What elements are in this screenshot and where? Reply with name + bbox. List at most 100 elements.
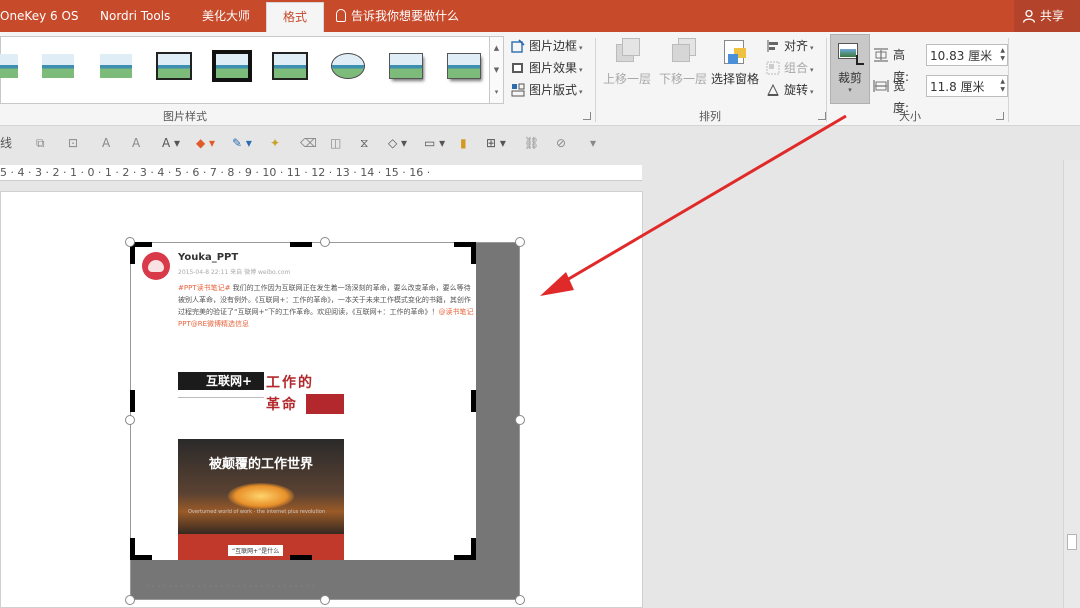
line-color-icon[interactable]: ✎ ▾ xyxy=(232,135,252,151)
paste-icon[interactable]: ⊡ xyxy=(68,135,78,151)
resize-handle-bottom[interactable] xyxy=(320,595,330,605)
width-spinner[interactable]: ▲ ▼ xyxy=(1000,78,1005,94)
height-input[interactable]: 10.83 厘米 ▲ ▼ xyxy=(926,44,1008,66)
send-backward-label: 下移一层 xyxy=(658,72,707,86)
picture-styles-launcher-icon[interactable] xyxy=(583,112,591,120)
font-color-icon[interactable]: A ▾ xyxy=(162,135,180,151)
picture-layout-icon xyxy=(511,83,525,97)
share-label: 共享 xyxy=(1040,9,1065,23)
resize-handle-bottom-right[interactable] xyxy=(515,595,525,605)
font-shrink-icon[interactable]: A xyxy=(132,135,140,151)
rotate-button[interactable]: 旋转 ▾ xyxy=(766,80,814,100)
resize-handle-right[interactable] xyxy=(515,415,525,425)
fill-color-icon[interactable]: ◆ ▾ xyxy=(196,135,215,151)
style-thumb-4[interactable] xyxy=(155,51,193,83)
bring-forward-label: 上移一层 xyxy=(602,72,651,86)
height-spinner[interactable]: ▲ ▼ xyxy=(1000,47,1005,63)
tell-me-search[interactable]: 告诉我你想要做什么 xyxy=(336,0,459,32)
group-separator xyxy=(595,38,596,122)
size-launcher-icon[interactable] xyxy=(996,112,1004,120)
picture-effects-button[interactable]: 图片效果 ▾ xyxy=(511,58,583,78)
resize-handle-top-left[interactable] xyxy=(125,237,135,247)
tab-onekey[interactable]: OneKey 6 OS xyxy=(0,0,79,32)
picture-styles-gallery xyxy=(0,36,490,104)
group-label: 组合 xyxy=(784,61,809,75)
font-grow-icon[interactable]: A xyxy=(102,135,110,151)
style-thumb-7[interactable] xyxy=(329,51,367,83)
arrange-icon[interactable]: ⊞ ▾ xyxy=(486,135,506,151)
picture-layout-button[interactable]: 图片版式 ▾ xyxy=(511,80,583,100)
style-thumb-9[interactable] xyxy=(445,51,483,83)
style-thumb-8[interactable] xyxy=(387,51,425,83)
animation-icon[interactable]: ⧖ xyxy=(360,135,368,151)
align-icon xyxy=(767,40,778,52)
picture-effects-icon xyxy=(512,63,523,73)
bring-forward-button[interactable]: 上移一层 xyxy=(600,38,654,86)
share-button[interactable]: 共享 xyxy=(1014,0,1080,32)
crop-handle-top-right[interactable] xyxy=(471,242,476,264)
selection-pane-icon xyxy=(720,38,750,68)
picture-border-icon xyxy=(511,39,525,53)
style-thumb-1[interactable] xyxy=(0,51,21,83)
height-value: 10.83 厘米 xyxy=(930,49,993,63)
copy-icon[interactable]: ⧉ xyxy=(36,135,45,151)
user-icon xyxy=(1022,9,1036,23)
format-painter-icon[interactable]: ✦ xyxy=(270,135,280,151)
picture-border-button[interactable]: 图片边框 ▾ xyxy=(511,36,583,56)
align-label: 对齐 xyxy=(784,39,809,53)
gallery-more-icon[interactable]: ▾ xyxy=(490,81,503,103)
quick-toolbar: 线 ⧉ ⊡ A A A ▾ ◆ ▾ ✎ ▾ ✦ ⌫ ◫ ⧖ ◇ ▾ ▭ ▾ ▮ … xyxy=(0,127,1080,159)
textbox-icon[interactable]: ▭ ▾ xyxy=(424,135,445,151)
crop-dropdown-icon[interactable]: ▾ xyxy=(831,86,869,94)
send-backward-button[interactable]: 下移一层 xyxy=(656,38,710,86)
style-thumb-2[interactable] xyxy=(39,51,77,83)
crop-handle-left[interactable] xyxy=(130,390,135,412)
chart-icon[interactable]: ▮ xyxy=(460,135,467,151)
crop-handle-top[interactable] xyxy=(290,242,312,247)
selection-pane-label: 选择窗格 xyxy=(710,72,759,86)
crop-handle-bottom-right[interactable] xyxy=(471,538,476,560)
arrange-launcher-icon[interactable] xyxy=(818,112,826,120)
customize-icon[interactable]: ▾ xyxy=(590,135,596,151)
shapes-menu-icon[interactable]: ◇ ▾ xyxy=(388,135,407,151)
vertical-scrollbar[interactable] xyxy=(1063,160,1080,608)
width-input[interactable]: 11.8 厘米 ▲ ▼ xyxy=(926,75,1008,97)
horizontal-ruler: 5 · 4 · 3 · 2 · 1 · 0 · 1 · 2 · 3 · 4 · … xyxy=(0,165,642,181)
group-separator xyxy=(826,38,827,122)
crop-handle-right[interactable] xyxy=(471,390,476,412)
ribbon: ▲ ▼ ▾ 图片边框 ▾ 图片效果 ▾ 图片版式 ▾ 图片样式 上移一层 下移一层 xyxy=(0,32,1080,126)
style-thumb-6[interactable] xyxy=(271,51,309,83)
tab-format[interactable]: 格式 xyxy=(266,2,324,32)
quick-toolbar-line-label: 线 xyxy=(0,136,13,150)
send-backward-icon xyxy=(668,38,698,68)
selection-pane-button[interactable]: 选择窗格 xyxy=(708,38,762,86)
bring-forward-icon xyxy=(612,38,642,68)
size-group-label: 大小 xyxy=(899,110,921,123)
rotate-icon xyxy=(767,83,779,96)
eraser-icon[interactable]: ⌫ xyxy=(300,135,317,151)
gallery-down-icon[interactable]: ▼ xyxy=(490,59,503,81)
resize-handle-left[interactable] xyxy=(125,415,135,425)
scrollbar-thumb[interactable] xyxy=(1067,534,1077,550)
style-thumb-5[interactable] xyxy=(212,50,252,83)
resize-handle-top[interactable] xyxy=(320,237,330,247)
more-icon[interactable]: ⊘ xyxy=(556,135,566,151)
style-thumb-3[interactable] xyxy=(97,51,135,83)
link-icon[interactable]: ⛓ xyxy=(524,135,539,151)
resize-handle-bottom-left[interactable] xyxy=(125,595,135,605)
crop-label: 裁剪 xyxy=(837,71,862,85)
height-icon xyxy=(874,48,888,62)
picture-layout-label: 图片版式 xyxy=(529,83,578,97)
tab-nordri-tools[interactable]: Nordri Tools xyxy=(100,0,170,32)
group-button[interactable]: 组合 ▾ xyxy=(766,58,814,78)
crop-handle-bottom-left[interactable] xyxy=(130,538,135,560)
shape-icon[interactable]: ◫ xyxy=(330,135,341,151)
resize-handle-top-right[interactable] xyxy=(515,237,525,247)
crop-handle-bottom[interactable] xyxy=(290,555,312,560)
crop-button[interactable]: 裁剪 ▾ xyxy=(830,34,870,104)
lightbulb-icon xyxy=(336,9,346,22)
align-button[interactable]: 对齐 ▾ xyxy=(766,36,814,56)
gallery-up-icon[interactable]: ▲ xyxy=(490,37,503,59)
tab-meihua-dashi[interactable]: 美化大师 xyxy=(202,0,250,32)
picture-border-label: 图片边框 xyxy=(529,39,578,53)
